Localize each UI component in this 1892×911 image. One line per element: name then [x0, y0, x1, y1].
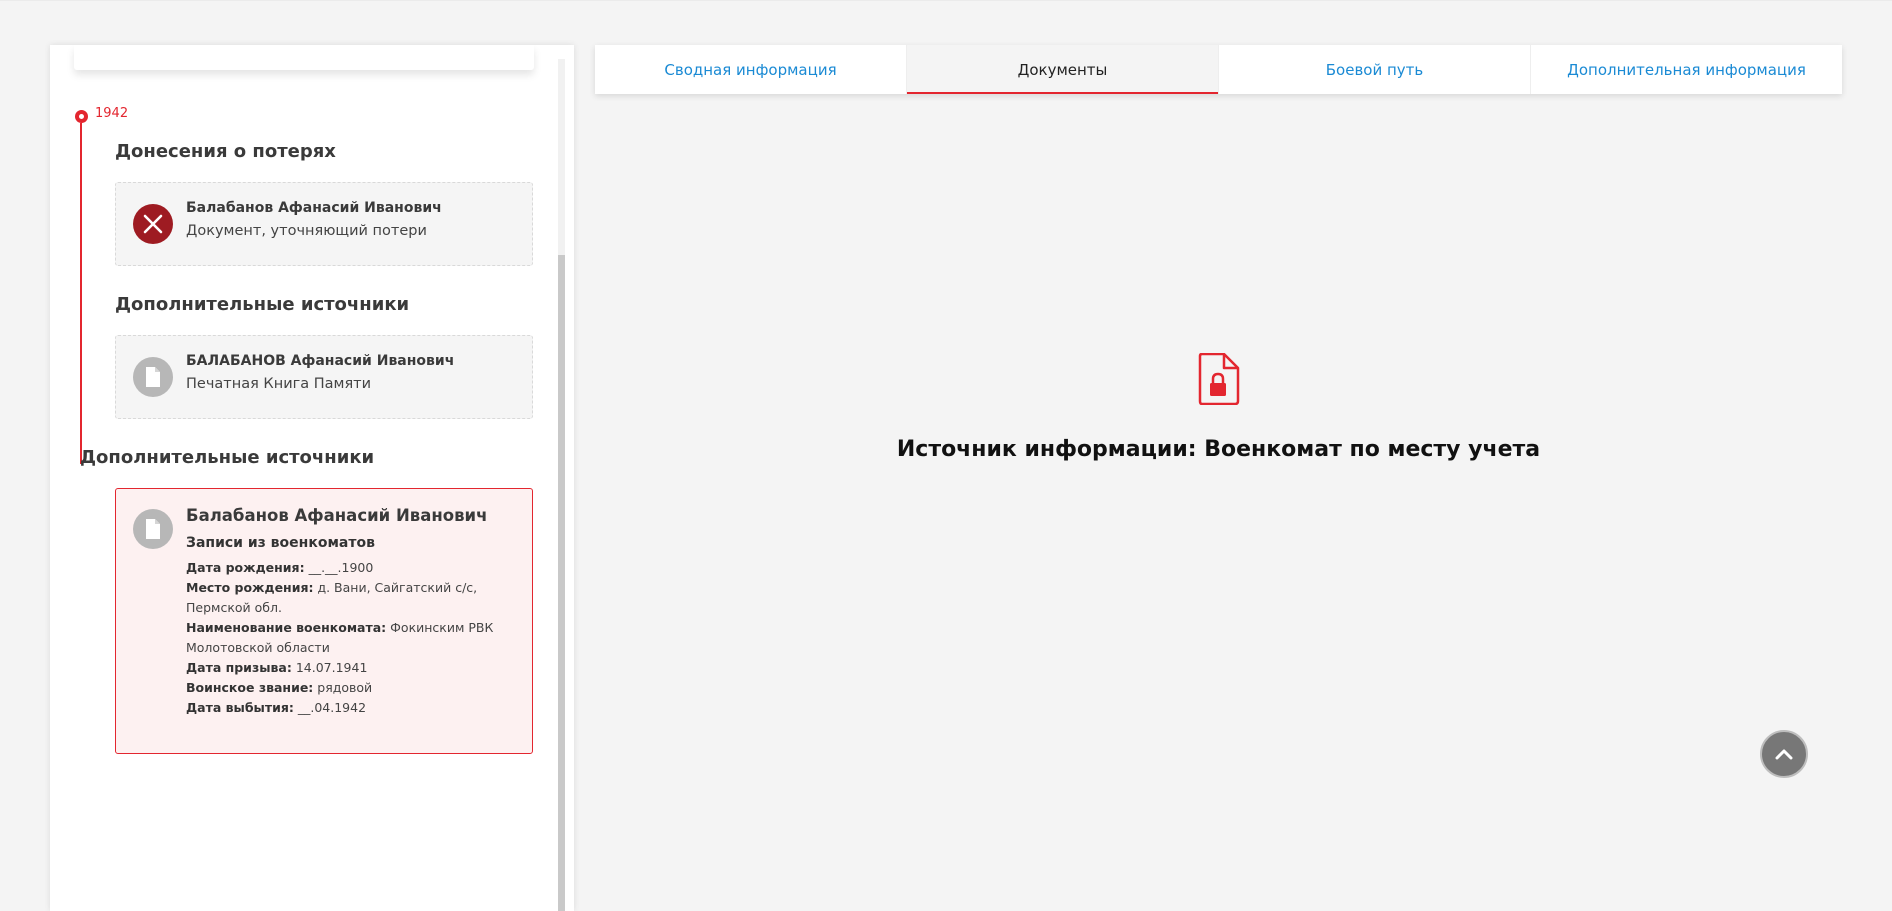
voenkomat-fields: Дата рождения: __.__.1900 Место рождения…	[186, 558, 516, 718]
document-icon	[133, 509, 173, 549]
field-departure-date: Дата выбытия: __.04.1942	[186, 700, 367, 715]
timeline-dot	[75, 110, 88, 123]
memory-book-name: БАЛАБАНОВ Афанасий Иванович	[186, 353, 455, 369]
field-birth-date: Дата рождения: __.__.1900	[186, 560, 374, 575]
field-military-rank: Воинское звание: рядовой	[186, 680, 373, 695]
field-draft-date: Дата призыва: 14.07.1941	[186, 660, 368, 675]
chevron-up-icon	[1775, 749, 1793, 760]
field-voenkomat-name: Наименование военкомата: Фокинским РВК М…	[186, 620, 494, 655]
loss-report-name: Балабанов Афанасий Иванович	[186, 200, 442, 216]
person-records-panel: 1942 Донесения о потерях Балабанов Афана…	[50, 45, 574, 911]
voenkomat-record-type: Записи из военкоматов	[186, 535, 375, 551]
scroll-to-top-button[interactable]	[1760, 730, 1808, 778]
additional-sources-title: Дополнительные источники	[115, 294, 410, 315]
panel-scrollbar-thumb[interactable]	[558, 255, 565, 911]
tab-documents[interactable]: Документы	[907, 45, 1219, 94]
locked-document-icon	[1198, 353, 1240, 405]
loss-report-subtitle: Документ, уточняющий потери	[186, 223, 427, 239]
losses-section-title: Донесения о потерях	[115, 141, 336, 162]
additional-sources-title-outer: Дополнительные источники	[80, 447, 375, 468]
voenkomat-person-name: Балабанов Афанасий Иванович	[186, 506, 488, 525]
memory-book-card[interactable]: БАЛАБАНОВ Афанасий Иванович Печатная Кни…	[115, 335, 533, 419]
record-tabs: Сводная информация Документы Боевой путь…	[595, 45, 1842, 94]
timeline-year: 1942	[95, 106, 129, 121]
loss-report-card[interactable]: Балабанов Афанасий Иванович Документ, ут…	[115, 182, 533, 266]
memory-book-subtitle: Печатная Книга Памяти	[186, 376, 372, 392]
field-birth-place: Место рождения: д. Вани, Сайгатский с/с,…	[186, 580, 478, 615]
previous-card-stub	[74, 45, 534, 70]
top-divider	[0, 0, 1892, 1]
close-icon	[133, 204, 173, 244]
tab-combat-path[interactable]: Боевой путь	[1219, 45, 1531, 94]
voenkomat-record-card[interactable]: Балабанов Афанасий Иванович Записи из во…	[115, 488, 533, 754]
information-source-text: Источник информации: Военкомат по месту …	[896, 437, 1541, 462]
tab-summary[interactable]: Сводная информация	[595, 45, 907, 94]
timeline-line	[80, 123, 82, 464]
document-icon	[133, 357, 173, 397]
tab-additional-info[interactable]: Дополнительная информация	[1531, 45, 1842, 94]
